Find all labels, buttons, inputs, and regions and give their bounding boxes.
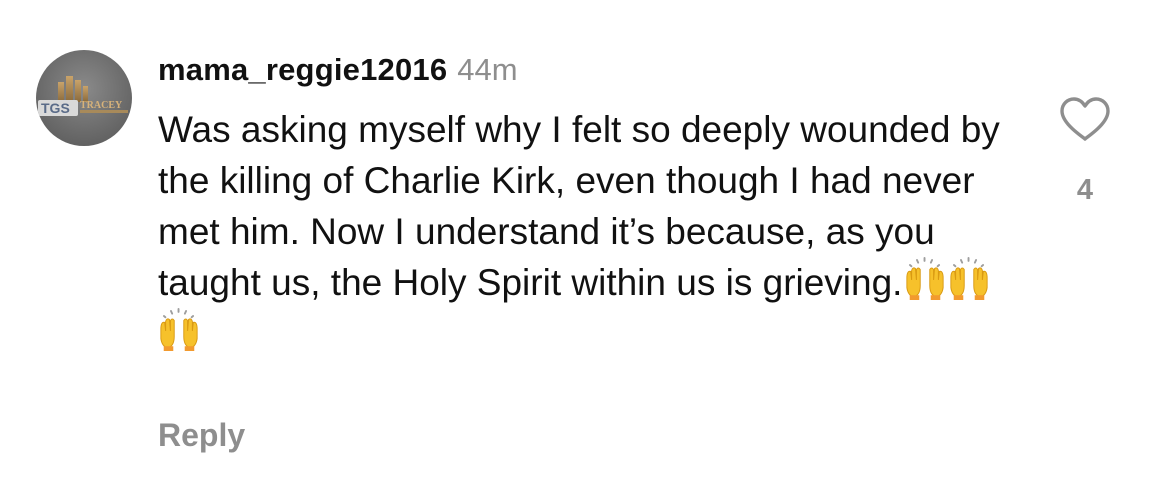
raising-hands-emoji [160,308,198,351]
like-count: 4 [1076,174,1094,206]
username-link[interactable]: mama_reggie12016 [158,52,447,88]
comment-meta: mama_reggie12016 44m [158,52,1038,92]
avatar-logo-text: TGS [41,100,70,116]
reply-button[interactable]: Reply [158,417,245,454]
avatar-brand-text: TRACEY [80,100,123,111]
comment-text: Was asking myself why I felt so deeply w… [158,109,1000,303]
raising-hands-emoji [906,257,945,300]
heart-icon[interactable] [1059,96,1111,142]
comment-text-block: Was asking myself why I felt so deeply w… [158,104,1018,359]
avatar[interactable]: TGS TRACEY [36,50,132,146]
comment: TGS TRACEY mama_reggie12016 44m Was aski… [0,0,1170,493]
comment-timestamp: 44m [457,52,518,87]
like-column: 4 [1055,96,1115,207]
avatar-logo: TGS TRACEY [38,76,128,116]
raising-hands-emoji [950,257,989,300]
comment-body: mama_reggie12016 44m Was asking myself w… [158,52,1038,359]
